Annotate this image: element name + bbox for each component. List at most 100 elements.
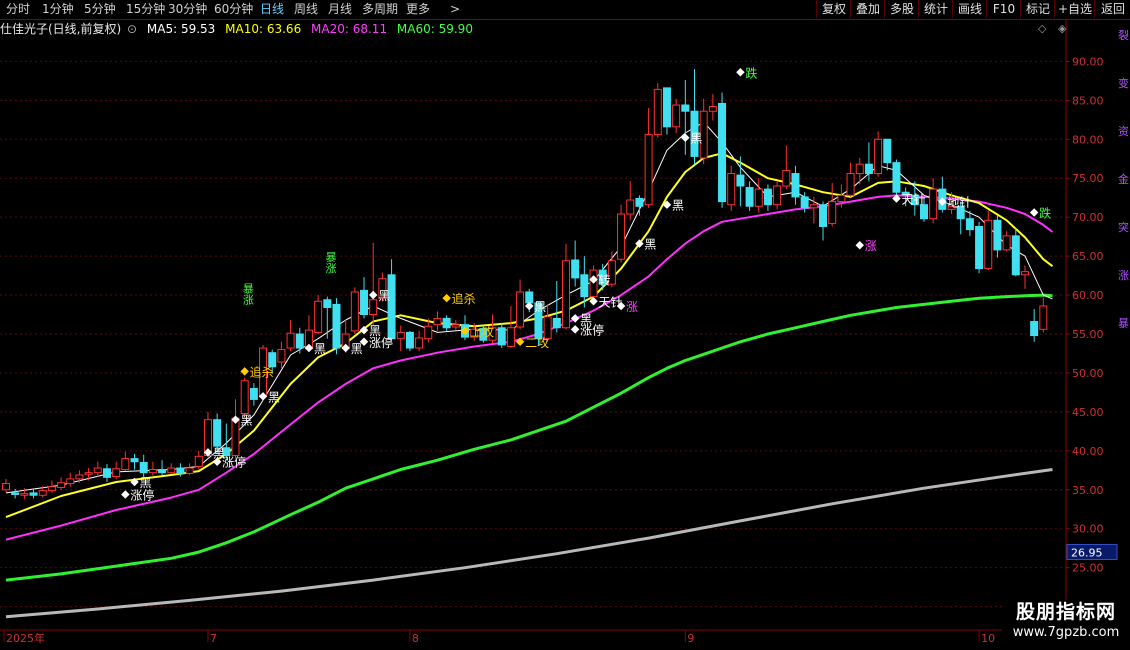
- candle-body-19: [176, 467, 185, 474]
- watermark-title: 股朋指标网: [1015, 601, 1116, 623]
- candle-body-69: [635, 197, 644, 207]
- period-tab-3[interactable]: 15分钟: [126, 1, 165, 17]
- toolbar-button-7[interactable]: +自选: [1054, 0, 1095, 18]
- side-char-5: 涨: [1118, 269, 1129, 282]
- period-tab-7[interactable]: 周线: [294, 1, 318, 17]
- candle-body-83: [763, 188, 772, 206]
- candle-body-48: [442, 317, 451, 329]
- y-tick-label-13: 25.00: [1072, 562, 1104, 575]
- x-tick-label-3: 9: [687, 632, 694, 645]
- candle-body-81: [745, 187, 754, 207]
- period-tab-5[interactable]: 60分钟: [214, 1, 253, 17]
- signal-diamond-12: [442, 293, 451, 303]
- period-tab-1[interactable]: 1分钟: [42, 1, 74, 17]
- candle-body-62: [571, 259, 580, 279]
- toolbar-button-8[interactable]: 返回: [1094, 0, 1130, 18]
- signal-label-20: 涨: [626, 299, 638, 314]
- candle-body-18: [167, 467, 176, 474]
- side-char-0: 裂: [1118, 29, 1129, 42]
- period-tab-9[interactable]: 多周期: [362, 1, 398, 17]
- signal-label-5: 黑: [268, 390, 280, 404]
- settings-icon[interactable]: ◈: [1058, 22, 1066, 35]
- signal-label-25: 涨: [865, 238, 877, 253]
- y-tick-label-1: 85.00: [1072, 94, 1104, 107]
- candle-body-36: [332, 303, 341, 349]
- y-tick-label-7: 55.00: [1072, 328, 1104, 341]
- y-tick-label-0: 90.00: [1072, 55, 1104, 68]
- period-tab-6[interactable]: 日线: [260, 1, 284, 17]
- candlestick-chart: 黑涨停黑涨停黑黑追杀黑 黑黑涨停黑追杀上攻二攻黑黑涨停转天针 涨黑黑黑跌涨天针 地针跌…: [0, 19, 1130, 645]
- ma-long-line: [5, 468, 1053, 619]
- toolbar-button-0[interactable]: 复权: [816, 0, 851, 18]
- candle-body-43: [396, 331, 405, 340]
- price-grid: [0, 60, 1130, 631]
- toolbar-button-6[interactable]: 标记: [1020, 0, 1055, 18]
- period-tab-4[interactable]: 30分钟: [168, 1, 207, 17]
- candle-body-108: [993, 219, 1002, 251]
- ma10-value: MA10: 63.66: [225, 22, 302, 36]
- candle-body-105: [965, 218, 974, 231]
- more-chevron-icon[interactable]: >: [450, 1, 460, 17]
- candle-body-85: [782, 169, 791, 187]
- signal-label-7: 黑: [314, 342, 326, 356]
- watermark-url: www.7gpzb.com: [1012, 625, 1120, 640]
- candle-body-110: [1011, 235, 1020, 276]
- candle-body-0: [2, 483, 10, 491]
- signal-label-21: 黑: [644, 238, 656, 252]
- candle-body-16: [148, 469, 157, 474]
- toolbar-button-4[interactable]: 画线: [952, 0, 987, 18]
- candle-body-88: [809, 204, 818, 209]
- candle-body-32: [295, 333, 304, 349]
- y-tick-label-12: 30.00: [1072, 523, 1104, 536]
- candle-body-56: [516, 291, 525, 328]
- candle-body-26: [240, 380, 249, 414]
- candle-body-86: [791, 173, 800, 198]
- candle-body-78: [718, 102, 727, 203]
- candle-body-14: [130, 458, 139, 463]
- candle-body-15: [139, 462, 148, 474]
- period-tab-8[interactable]: 月线: [328, 1, 352, 17]
- period-tab-10[interactable]: 更多: [406, 1, 430, 17]
- signal-label-18: 转: [599, 272, 611, 287]
- signal-label-15: 黑: [534, 300, 546, 314]
- chart-corner-icons: ◇ ◈: [1038, 22, 1066, 35]
- toolbar-button-5[interactable]: F10: [986, 0, 1021, 18]
- candle-body-111: [1020, 271, 1029, 276]
- side-char-2: 资: [1118, 125, 1129, 138]
- y-tick-label-11: 35.00: [1072, 484, 1104, 497]
- toolbar-button-3[interactable]: 统计: [918, 0, 953, 18]
- candle-body-90: [828, 201, 837, 224]
- candle-body-60: [552, 317, 561, 329]
- candle-body-27: [249, 388, 258, 400]
- stock-title-chevron-icon[interactable]: ⊙: [127, 22, 137, 36]
- candle-body-11: [102, 468, 111, 478]
- period-tab-2[interactable]: 5分钟: [84, 1, 116, 17]
- side-char-4: 突: [1118, 221, 1129, 234]
- candle-body-68: [626, 199, 635, 215]
- candle-body-54: [497, 327, 506, 346]
- candle-body-74: [681, 104, 690, 112]
- period-tab-0[interactable]: 分时: [6, 1, 30, 17]
- candle-body-47: [433, 317, 442, 326]
- y-tick-label-2: 80.00: [1072, 133, 1104, 146]
- signal-label-17: 涨停: [580, 322, 604, 337]
- candle-body-94: [864, 163, 873, 175]
- candle-body-21: [194, 455, 203, 467]
- candle-body-107: [984, 219, 993, 270]
- candle-body-35: [323, 299, 332, 309]
- toolbar-button-2[interactable]: 多股: [884, 0, 919, 18]
- y-tick-label-6: 60.00: [1072, 289, 1104, 302]
- watermark: 股朋指标网 www.7gpzb.com: [1002, 600, 1130, 646]
- current-price-label: 26.95: [1071, 546, 1103, 559]
- candle-body-23: [213, 419, 222, 447]
- candle-body-49: [451, 324, 460, 328]
- toolbar-button-1[interactable]: 叠加: [850, 0, 885, 18]
- diamond-icon[interactable]: ◇: [1038, 22, 1046, 35]
- candle-body-39: [360, 289, 369, 316]
- signal-label-26: 天针: [901, 191, 925, 206]
- signal-label-11: 黑: [369, 324, 381, 338]
- y-tick-label-10: 40.00: [1072, 445, 1104, 458]
- ma20-value: MA20: 68.11: [311, 22, 388, 36]
- candle-body-30: [277, 349, 286, 363]
- signal-label-27: 地针: [947, 195, 971, 210]
